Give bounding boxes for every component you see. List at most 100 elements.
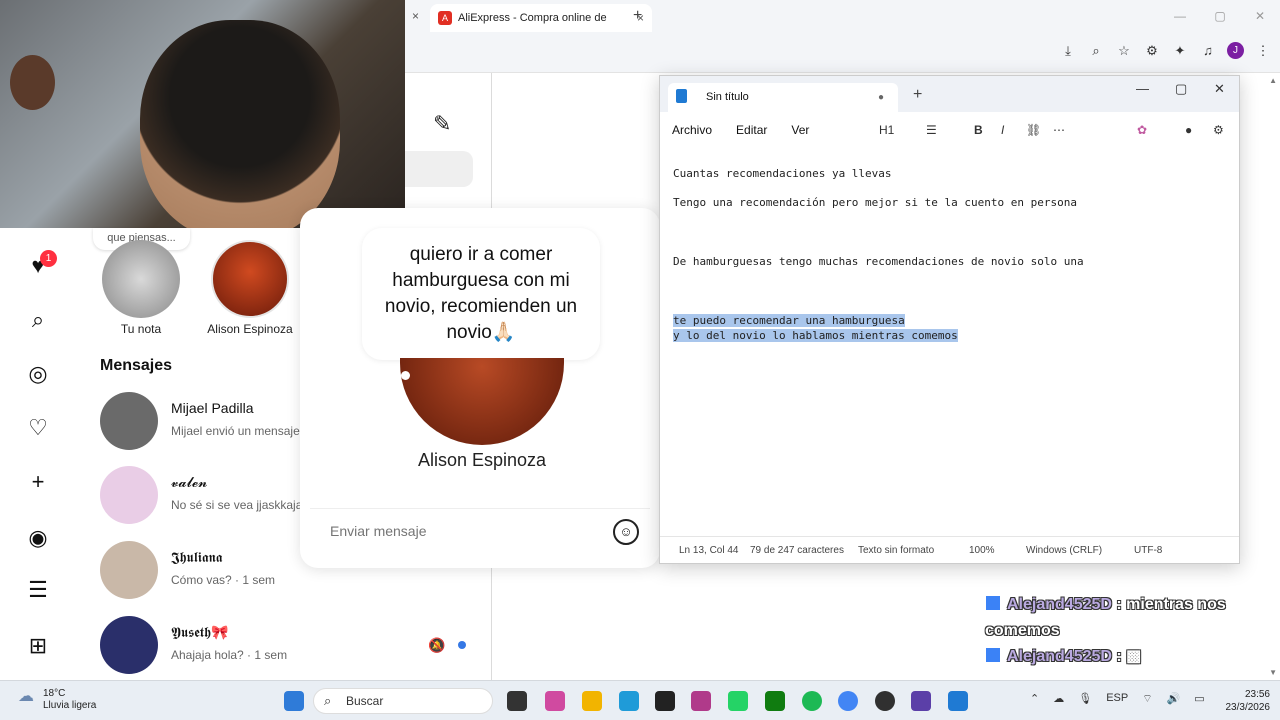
media-icon[interactable]: ♫: [1199, 43, 1217, 58]
settings-icon[interactable]: ⚙: [1213, 112, 1224, 148]
story-alison[interactable]: [211, 240, 289, 318]
obs-icon[interactable]: [875, 691, 895, 711]
whatsapp-icon[interactable]: [728, 691, 748, 711]
xbox-icon[interactable]: [765, 691, 785, 711]
ig-search-bar[interactable]: [405, 151, 473, 187]
taskbar-search[interactable]: ⌕ Buscar: [313, 688, 493, 714]
wifi-icon[interactable]: ⌔: [1142, 692, 1152, 706]
heart-icon[interactable]: ♡: [22, 412, 54, 444]
emoji-icon[interactable]: ☺: [613, 519, 639, 545]
language-indicator[interactable]: ESP: [1106, 692, 1128, 706]
copilot-icon[interactable]: [545, 691, 565, 711]
download-icon[interactable]: ⤓: [1059, 43, 1077, 59]
copilot-icon[interactable]: ✿: [1137, 112, 1147, 148]
heading-select[interactable]: H1: [879, 112, 894, 148]
file-explorer-icon[interactable]: [582, 691, 602, 711]
message-name: 𝓿𝓪𝓵𝓮𝓷: [171, 474, 208, 490]
note-user-avatar: [400, 358, 564, 445]
menu-archivo[interactable]: Archivo: [672, 123, 712, 137]
task-view-icon[interactable]: [507, 691, 527, 711]
scroll-down-icon[interactable]: ▼: [1269, 668, 1277, 677]
app-icon[interactable]: [691, 691, 711, 711]
notepad-new-tab-button[interactable]: +: [913, 86, 922, 104]
text-line[interactable]: Cuantas recomendaciones ya llevas: [673, 167, 892, 180]
battery-icon[interactable]: ▭: [1194, 692, 1204, 706]
cloud-rain-icon: ☁: [18, 688, 34, 705]
list-icon[interactable]: ☰: [926, 112, 937, 148]
weather-condition: Lluvia ligera: [43, 700, 97, 711]
message-preview: Cómo vas? · 1 sem: [171, 573, 276, 587]
menu-editar[interactable]: Editar: [736, 123, 767, 137]
menu-ver[interactable]: Ver: [791, 123, 809, 137]
menu-icon[interactable]: ☰: [22, 574, 54, 606]
zoom-level: 100%: [969, 545, 995, 556]
profile-avatar-icon[interactable]: ◉: [22, 522, 54, 554]
link-icon[interactable]: ⛓: [1026, 112, 1041, 148]
prev-tab-close-icon[interactable]: ×: [412, 9, 419, 23]
chrome-icon[interactable]: [838, 691, 858, 711]
app-icon[interactable]: [911, 691, 931, 711]
zoom-icon[interactable]: ⌕: [1087, 43, 1105, 59]
puzzle-icon[interactable]: ✦: [1171, 43, 1189, 59]
message-preview: Mijael envió un mensaje: [171, 424, 300, 438]
clock[interactable]: 23:56 23/3/2026: [1226, 688, 1271, 714]
avatar: [100, 616, 158, 674]
notepad-minimize-button[interactable]: —: [1136, 81, 1149, 96]
star-icon[interactable]: ☆: [1115, 43, 1133, 59]
onedrive-icon[interactable]: ☁: [1053, 692, 1064, 706]
search-icon[interactable]: ⌕: [22, 304, 54, 336]
notepad-close-button[interactable]: ✕: [1214, 81, 1225, 97]
encoding: UTF-8: [1134, 545, 1163, 556]
selected-text-line[interactable]: y lo del novio lo hablamos mientras come…: [673, 329, 958, 342]
webcam-overlay: [0, 0, 405, 228]
italic-icon[interactable]: I: [1001, 112, 1004, 148]
notepad-maximize-button[interactable]: ▢: [1175, 81, 1187, 97]
spotify-icon[interactable]: [802, 691, 822, 711]
notepad-taskbar-icon[interactable]: [948, 691, 968, 711]
text-line[interactable]: De hamburguesas tengo muchas recomendaci…: [673, 255, 1084, 268]
more-icon[interactable]: ⋯: [1053, 112, 1065, 148]
volume-icon[interactable]: 🔊: [1167, 692, 1181, 706]
bold-icon[interactable]: B: [974, 112, 983, 148]
explore-icon[interactable]: ◎: [22, 358, 54, 390]
tab-aliexpress[interactable]: A AliExpress - Compra online de ×: [430, 4, 652, 32]
chat-badge-icon: [985, 595, 1001, 611]
maximize-button[interactable]: ▢: [1200, 0, 1240, 32]
chatgpt-icon[interactable]: [655, 691, 675, 711]
notepad-tab[interactable]: Sin título: [668, 83, 898, 112]
time: 23:56: [1244, 689, 1270, 700]
text-line[interactable]: Tengo una recomendación pero mejor si te…: [673, 196, 1077, 209]
sticker-image: [10, 55, 55, 110]
tab-title: AliExpress - Compra online de: [458, 12, 607, 24]
extension-icon[interactable]: ⚙: [1143, 43, 1161, 59]
selected-text-line[interactable]: te puedo recomendar una hamburguesa: [673, 314, 905, 327]
create-icon[interactable]: +: [22, 466, 54, 498]
muted-bell-icon: 🔕: [428, 637, 446, 653]
search-icon: ⌕: [324, 693, 332, 708]
account-icon[interactable]: ●: [1185, 112, 1192, 148]
text-format: Texto sin formato: [858, 545, 935, 556]
notepad-titlebar: Sin título ● + — ▢ ✕: [660, 76, 1239, 112]
stream-chat: Alejand4525D : mientras nos comemos Alej…: [985, 592, 1265, 670]
apps-icon[interactable]: ⊞: [22, 630, 54, 662]
message-row[interactable]: 𝖄𝖚𝖘𝖊𝖙𝖍🎀 Ahajaja hola? · 1 sem: [100, 616, 400, 676]
window-controls: — ▢ ✕: [1160, 0, 1280, 32]
scroll-up-icon[interactable]: ▲: [1269, 76, 1277, 85]
close-window-button[interactable]: ✕: [1240, 0, 1280, 32]
mic-icon[interactable]: 🎙: [1078, 692, 1092, 706]
avatar: [100, 466, 158, 524]
chat-user: Alejand4525D: [1007, 648, 1112, 665]
send-message-input[interactable]: [330, 523, 590, 539]
messages-heading: Mensajes: [100, 357, 173, 374]
profile-avatar[interactable]: J: [1227, 42, 1244, 59]
notepad-menubar: Archivo Editar Ver: [660, 112, 1239, 148]
story-own-note[interactable]: [102, 240, 180, 318]
minimize-button[interactable]: —: [1160, 0, 1200, 32]
new-tab-button[interactable]: +: [633, 7, 642, 25]
start-icon[interactable]: [284, 691, 304, 711]
chevron-up-icon[interactable]: ⌃: [1030, 692, 1039, 706]
menu-icon[interactable]: ⋮: [1254, 43, 1272, 59]
chat-message: Alejand4525D : ▩: [985, 644, 1265, 670]
compose-icon[interactable]: ✎: [433, 111, 451, 137]
edge-icon[interactable]: [619, 691, 639, 711]
